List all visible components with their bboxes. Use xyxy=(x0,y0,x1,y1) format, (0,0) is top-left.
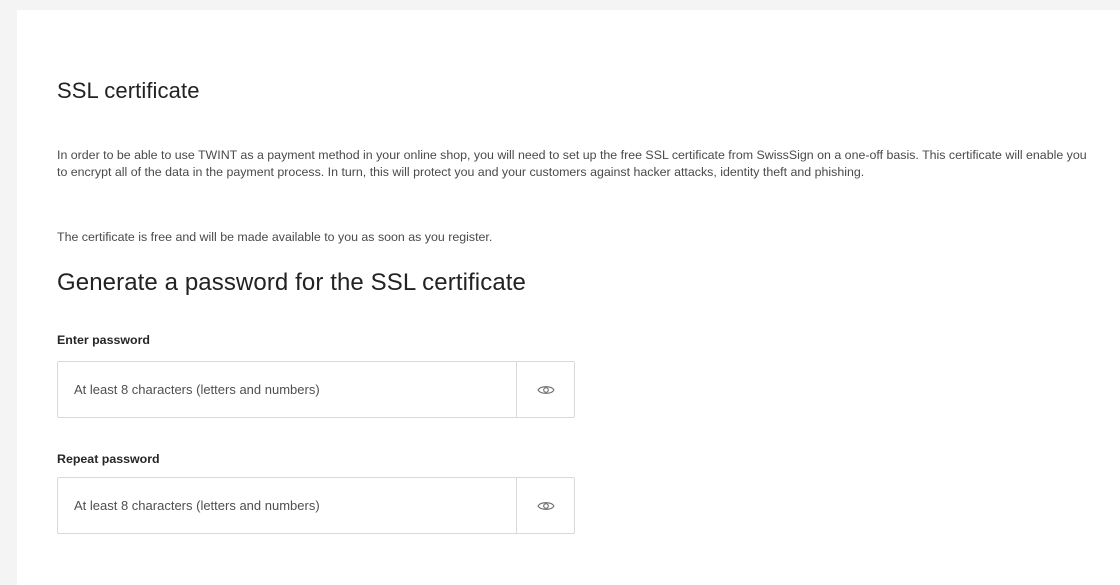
enter-password-input[interactable] xyxy=(58,362,516,417)
section-title: SSL certificate xyxy=(57,78,200,103)
eye-icon xyxy=(536,384,555,396)
intro-text: In order to be able to use TWINT as a pa… xyxy=(57,148,1087,179)
free-note-text: The certificate is free and will be made… xyxy=(57,230,493,244)
repeat-password-label: Repeat password xyxy=(57,452,160,466)
password-section-title: Generate a password for the SSL certific… xyxy=(57,269,526,296)
eye-icon xyxy=(536,500,555,512)
repeat-password-field xyxy=(57,477,575,534)
show-password-toggle[interactable] xyxy=(516,362,574,417)
enter-password-field xyxy=(57,361,575,418)
show-repeat-password-toggle[interactable] xyxy=(516,478,574,533)
content-card: SSL certificate In order to be able to u… xyxy=(17,10,1120,585)
enter-password-label: Enter password xyxy=(57,333,150,347)
repeat-password-input[interactable] xyxy=(58,478,516,533)
